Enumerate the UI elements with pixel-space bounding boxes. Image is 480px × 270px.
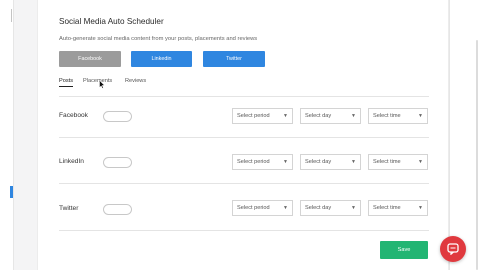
caret-down-icon: ▼ [283,159,288,165]
left-sidebar [0,0,14,270]
sidebar-active-indicator [10,186,13,198]
row-label-linkedin: LinkedIn [59,158,84,165]
tab-posts[interactable]: Posts [59,78,73,87]
facebook-day-select[interactable]: Select day ▼ [300,108,361,124]
select-value: Select day [305,113,332,119]
mouse-cursor-icon [99,80,105,89]
caret-down-icon: ▼ [418,205,423,211]
page-title: Social Media Auto Scheduler [59,17,164,26]
page-subtitle: Auto-generate social media content from … [59,36,258,42]
tab-reviews[interactable]: Reviews [125,78,146,84]
divider [59,96,429,97]
caret-down-icon: ▼ [418,159,423,165]
caret-down-icon: ▼ [351,159,356,165]
toggle-knob [105,113,112,120]
save-button[interactable]: Save [380,241,428,259]
twitter-button[interactable]: Twitter [203,51,265,67]
linkedin-time-select[interactable]: Select time ▼ [368,154,428,170]
twitter-day-select[interactable]: Select day ▼ [300,200,361,216]
tab-placements[interactable]: Placements [83,78,112,84]
linkedin-day-select[interactable]: Select day ▼ [300,154,361,170]
toggle-knob [105,159,112,166]
chat-launcher-button[interactable] [440,236,466,262]
chat-bubble-icon [447,243,459,255]
caret-down-icon: ▼ [351,205,356,211]
caret-down-icon: ▼ [283,113,288,119]
row-label-twitter: Twitter [59,205,79,212]
divider [59,230,429,231]
select-value: Select period [237,113,270,119]
linkedin-button[interactable]: Linkedin [131,51,192,67]
select-value: Select day [305,205,332,211]
select-value: Select period [237,159,270,165]
sidebar-marker [11,9,12,22]
divider [59,183,429,184]
linkedin-toggle[interactable] [103,157,132,168]
select-value: Select time [373,113,401,119]
facebook-time-select[interactable]: Select time ▼ [368,108,428,124]
caret-down-icon: ▼ [418,113,423,119]
twitter-period-select[interactable]: Select period ▼ [232,200,293,216]
facebook-button[interactable]: Facebook [59,51,121,67]
select-value: Select time [373,159,401,165]
divider [59,137,429,138]
linkedin-period-select[interactable]: Select period ▼ [232,154,293,170]
right-panel [449,0,480,270]
twitter-time-select[interactable]: Select time ▼ [368,200,428,216]
scrollbar[interactable] [476,40,478,270]
scheduler-card: Social Media Auto Scheduler Auto-generat… [37,0,449,270]
select-value: Select day [305,159,332,165]
twitter-toggle[interactable] [103,204,132,215]
facebook-toggle[interactable] [103,111,132,122]
row-label-facebook: Facebook [59,112,88,119]
caret-down-icon: ▼ [351,113,356,119]
select-value: Select time [373,205,401,211]
select-value: Select period [237,205,270,211]
facebook-period-select[interactable]: Select period ▼ [232,108,293,124]
toggle-knob [105,206,112,213]
caret-down-icon: ▼ [283,205,288,211]
